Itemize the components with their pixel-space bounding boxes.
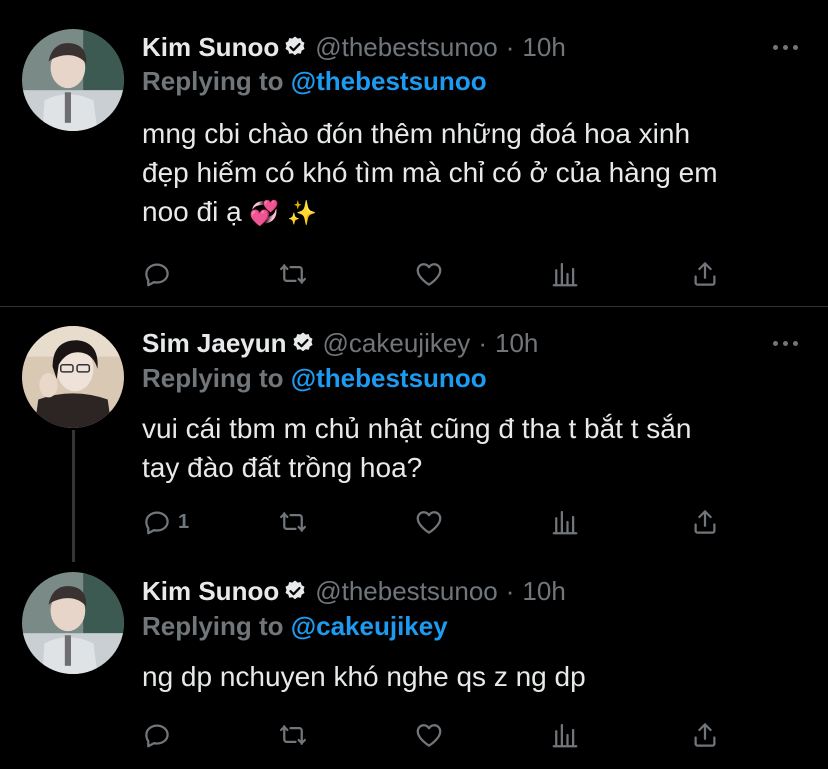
tweet-text-line: đẹp hiếm có khó tìm mà chỉ có ở của hàng…: [142, 157, 718, 188]
tweet-text-line: noo đi ạ 💞 ✨: [142, 196, 317, 227]
tweet-text: ng dp nchuyen khó nghe qs z ng dp: [142, 657, 812, 696]
replying-label: Replying to: [142, 66, 291, 96]
retweet-button[interactable]: [278, 256, 308, 292]
analytics-icon: [552, 723, 578, 748]
display-name[interactable]: Kim Sunoo: [142, 576, 279, 607]
separator-dot: ·: [505, 31, 515, 62]
avatar-photo: [22, 572, 124, 674]
separator-dot: ·: [478, 327, 487, 358]
separator-dot: ·: [505, 575, 515, 606]
reply-icon: [145, 511, 169, 535]
action-bar: [142, 717, 727, 753]
action-bar: [142, 256, 727, 292]
mention-link[interactable]: @thebestsunoo: [291, 66, 487, 96]
replying-to: Replying to @thebestsunoo: [142, 66, 487, 97]
reply-icon: [145, 263, 169, 287]
retweet-icon: [280, 512, 306, 532]
tweet-text-line: ng dp nchuyen khó nghe qs z ng dp: [142, 661, 586, 692]
replying-label: Replying to: [142, 611, 291, 641]
tweet-text: vui cái tbm m chủ nhật cũng đ tha t bắt …: [142, 409, 812, 487]
verified-badge-icon: [293, 332, 313, 352]
display-name[interactable]: Sim Jaeyun: [142, 328, 287, 359]
tweet-1[interactable]: Kim Sunoo @thebestsunoo · 10h Replying t…: [0, 0, 828, 306]
retweet-icon: [280, 725, 306, 745]
share-icon: [694, 723, 716, 747]
analytics-icon: [552, 510, 578, 535]
avatar[interactable]: [22, 29, 124, 131]
sparkles-emoji: ✨: [287, 200, 317, 227]
reply-button[interactable]: [142, 256, 172, 292]
analytics-button[interactable]: [550, 717, 580, 753]
avatar-photo: [22, 326, 124, 428]
timestamp[interactable]: 10h: [522, 32, 565, 63]
tweet-header: Sim Jaeyun @cakeujikey · 10h: [142, 328, 538, 358]
mention-link[interactable]: @thebestsunoo: [291, 363, 487, 393]
like-icon: [416, 263, 442, 286]
reply-button[interactable]: [142, 717, 172, 753]
reply-count: 1: [178, 510, 190, 533]
mention-link[interactable]: @cakeujikey: [291, 611, 448, 641]
replying-label: Replying to: [142, 363, 291, 393]
share-button[interactable]: [690, 504, 720, 540]
handle[interactable]: @cakeujikey: [323, 328, 471, 359]
tweet-2[interactable]: Sim Jaeyun @cakeujikey · 10h Replying to…: [0, 307, 828, 559]
tweet-text: mng cbi chào đón thêm những đoá hoa xinh…: [142, 114, 812, 233]
tweet-text-line: mng cbi chào đón thêm những đoá hoa xinh: [142, 118, 691, 149]
avatar[interactable]: [22, 572, 124, 674]
tweet-text-line: tay đào đất trồng hoa?: [142, 452, 423, 483]
replying-to: Replying to @cakeujikey: [142, 611, 448, 642]
verified-badge-icon: [285, 580, 305, 600]
like-icon: [416, 724, 442, 747]
tweet-header: Kim Sunoo @thebestsunoo · 10h: [142, 576, 566, 606]
handle[interactable]: @thebestsunoo: [315, 32, 498, 63]
like-button[interactable]: [414, 256, 444, 292]
tweet-text-line: vui cái tbm m chủ nhật cũng đ tha t bắt …: [142, 413, 692, 444]
avatar[interactable]: [22, 326, 124, 428]
thread-connector: [72, 430, 75, 562]
more-icon[interactable]: [773, 328, 798, 358]
like-icon: [416, 511, 442, 534]
handle[interactable]: @thebestsunoo: [315, 576, 498, 607]
analytics-button[interactable]: [550, 256, 580, 292]
reply-icon: [145, 724, 169, 748]
share-button[interactable]: [690, 717, 720, 753]
sparkling-heart-emoji: 💞: [249, 200, 280, 227]
verified-badge-icon: [285, 36, 305, 56]
tweet-header: Kim Sunoo @thebestsunoo · 10h: [142, 32, 566, 62]
share-icon: [694, 262, 716, 286]
action-bar: 1: [142, 504, 727, 540]
like-button[interactable]: [414, 504, 444, 540]
avatar-photo: [22, 29, 124, 131]
retweet-button[interactable]: [278, 504, 308, 540]
more-icon[interactable]: [773, 32, 798, 62]
analytics-icon: [552, 262, 578, 287]
analytics-button[interactable]: [550, 504, 580, 540]
retweet-icon: [280, 264, 306, 284]
like-button[interactable]: [414, 717, 444, 753]
share-icon: [694, 510, 716, 534]
retweet-button[interactable]: [278, 717, 308, 753]
replying-to: Replying to @thebestsunoo: [142, 363, 487, 394]
share-button[interactable]: [690, 256, 720, 292]
reply-button[interactable]: 1: [142, 504, 189, 540]
tweet-3[interactable]: Kim Sunoo @thebestsunoo · 10h Replying t…: [0, 559, 828, 769]
display-name[interactable]: Kim Sunoo: [142, 32, 279, 63]
timestamp[interactable]: 10h: [522, 576, 565, 607]
timestamp[interactable]: 10h: [495, 328, 538, 359]
